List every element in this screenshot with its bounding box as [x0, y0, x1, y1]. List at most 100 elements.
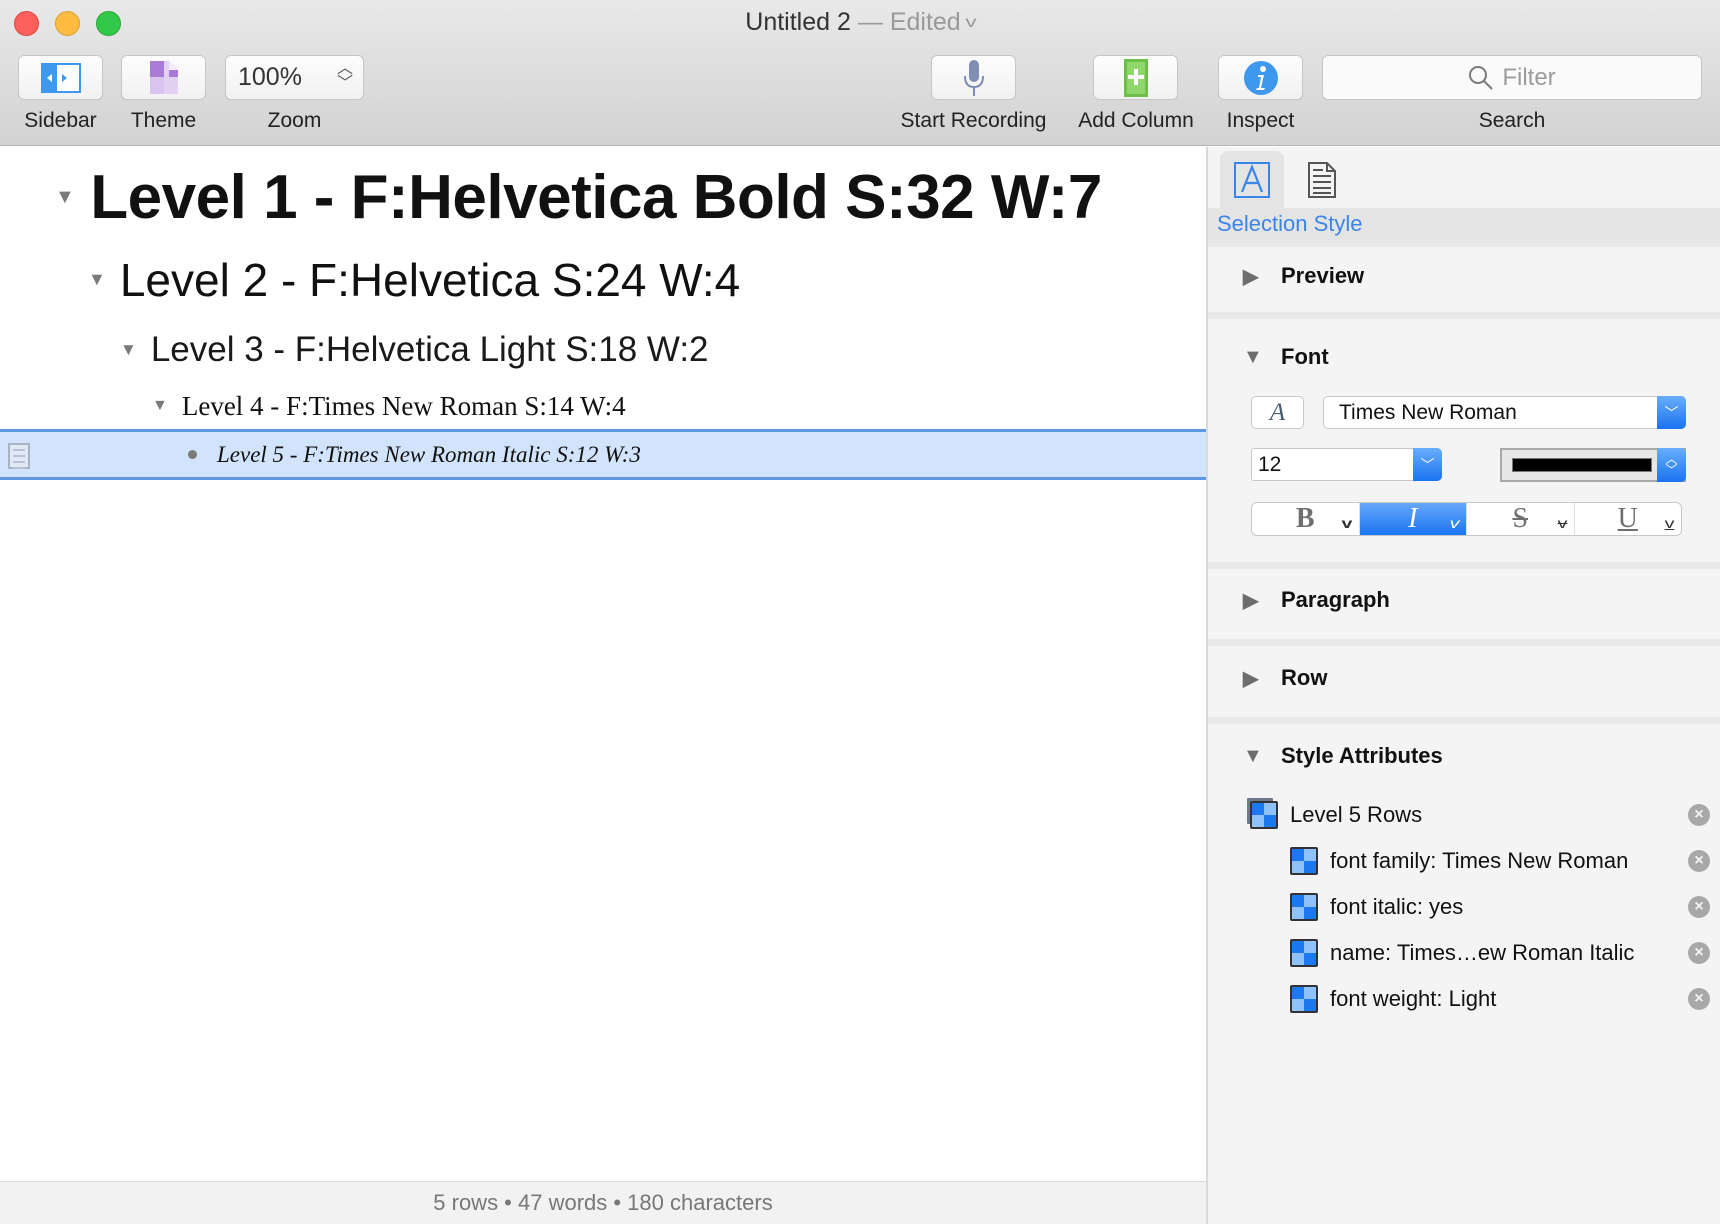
- section-divider: [1208, 312, 1720, 319]
- section-title: Row: [1281, 665, 1328, 690]
- outline-row[interactable]: ▼ Level 1 - F:Helvetica Bold S:32 W:7: [0, 162, 1206, 232]
- disclosure-triangle-expanded-icon[interactable]: ▼: [88, 269, 106, 290]
- outline-row[interactable]: ▼ Level 3 - F:Helvetica Light S:18 W:2: [0, 327, 1206, 372]
- start-recording-button[interactable]: [931, 55, 1016, 100]
- theme-button[interactable]: [121, 55, 206, 100]
- style-attribute-row[interactable]: font italic: yes ×: [1290, 893, 1720, 921]
- bold-button[interactable]: B v: [1252, 503, 1360, 535]
- disclosure-triangle-collapsed-icon[interactable]: ▶: [1243, 264, 1281, 289]
- row-text[interactable]: Level 1 - F:Helvetica Bold S:32 W:7: [90, 162, 1102, 233]
- bold-icon: B: [1295, 503, 1315, 534]
- start-recording-label: Start Recording: [900, 109, 1047, 132]
- search-label: Search: [1478, 109, 1546, 132]
- font-style-segmented-control[interactable]: B v I v S v U v: [1251, 502, 1682, 536]
- section-paragraph-header[interactable]: ▶ Paragraph: [1243, 587, 1390, 613]
- outline-row[interactable]: ▼ Level 4 - F:Times New Roman S:14 W:4: [0, 387, 1206, 425]
- up-down-arrows-icon[interactable]: ︿ ﹀: [337, 61, 353, 92]
- row-bullet-icon[interactable]: [188, 450, 197, 459]
- section-font-header[interactable]: ▼ Font: [1243, 344, 1329, 370]
- window-title[interactable]: Untitled 2 — Edited v: [0, 8, 1720, 37]
- style-attribute-text: font weight: Light: [1330, 986, 1497, 1011]
- search-field[interactable]: Filter: [1322, 55, 1702, 100]
- remove-icon[interactable]: ×: [1688, 988, 1710, 1010]
- sidebar-button[interactable]: [18, 55, 103, 100]
- edited-status: Edited: [889, 8, 961, 36]
- style-attribute-row[interactable]: font family: Times New Roman ×: [1290, 847, 1720, 875]
- disclosure-triangle-expanded-icon[interactable]: ▼: [1243, 745, 1281, 768]
- note-icon[interactable]: [8, 443, 30, 469]
- magnifier-icon: [1469, 65, 1494, 90]
- theme-document-icon: [149, 61, 178, 94]
- outline-row-selected[interactable]: Level 5 - F:Times New Roman Italic S:12 …: [0, 429, 1206, 480]
- remove-icon[interactable]: ×: [1688, 942, 1710, 964]
- remove-icon[interactable]: ×: [1688, 850, 1710, 872]
- section-divider: [1208, 240, 1720, 247]
- font-panel-button[interactable]: A: [1251, 396, 1304, 429]
- row-text[interactable]: Level 3 - F:Helvetica Light S:18 W:2: [151, 330, 709, 370]
- section-title: Style Attributes: [1281, 743, 1443, 768]
- disclosure-triangle-collapsed-icon[interactable]: ▶: [1243, 666, 1281, 691]
- outline-row[interactable]: ▼ Level 2 - F:Helvetica S:24 W:4: [0, 252, 1206, 307]
- style-attribute-text: name: Times…ew Roman Italic: [1330, 940, 1635, 965]
- strikethrough-icon: S: [1512, 503, 1529, 534]
- section-preview-header[interactable]: ▶ Preview: [1243, 263, 1364, 289]
- row-text[interactable]: Level 4 - F:Times New Roman S:14 W:4: [182, 391, 626, 422]
- outline-view[interactable]: ▼ Level 1 - F:Helvetica Bold S:32 W:7 ▼ …: [0, 147, 1206, 1181]
- info-icon: [1243, 60, 1278, 95]
- chevron-down-icon[interactable]: v: [1450, 515, 1460, 531]
- style-attribute-row[interactable]: name: Times…ew Roman Italic ×: [1290, 939, 1720, 967]
- italic-button[interactable]: I v: [1359, 503, 1467, 535]
- disclosure-triangle-expanded-icon[interactable]: ▼: [1243, 346, 1281, 369]
- section-divider: [1208, 562, 1720, 569]
- strikethrough-button[interactable]: S v: [1467, 503, 1575, 535]
- zoom-label: Zoom: [267, 109, 322, 132]
- tab-selection-style[interactable]: [1220, 151, 1284, 208]
- add-column-button[interactable]: [1093, 55, 1178, 100]
- chevron-down-icon[interactable]: v: [965, 14, 976, 32]
- style-attribute-row[interactable]: font weight: Light ×: [1290, 985, 1720, 1013]
- remove-icon[interactable]: ×: [1688, 804, 1710, 826]
- chevron-down-icon[interactable]: v: [1665, 515, 1675, 531]
- theme-button-label: Theme: [130, 109, 197, 132]
- font-size-combo[interactable]: 12 ﹀: [1251, 448, 1442, 481]
- style-group-row[interactable]: Level 5 Rows ×: [1250, 801, 1720, 829]
- style-group-name: Level 5 Rows: [1290, 802, 1423, 827]
- section-title: Font: [1281, 344, 1329, 369]
- text-style-icon: [1234, 161, 1270, 198]
- underline-icon: U: [1617, 503, 1638, 534]
- zoom-stepper[interactable]: 100% ︿ ﹀: [225, 55, 364, 100]
- inspect-button[interactable]: [1218, 55, 1303, 100]
- sidebar-toggle-icon: [40, 62, 81, 93]
- document-name: Untitled 2: [745, 8, 851, 36]
- font-size-value: 12: [1258, 452, 1282, 476]
- disclosure-triangle-expanded-icon[interactable]: ▼: [120, 340, 137, 360]
- disclosure-triangle-expanded-icon[interactable]: ▼: [55, 186, 75, 209]
- row-text[interactable]: Level 2 - F:Helvetica S:24 W:4: [120, 253, 740, 307]
- style-attribute-icon: [1290, 985, 1318, 1013]
- chevron-down-icon[interactable]: ﹀: [1413, 448, 1442, 481]
- style-attribute-text: font italic: yes: [1330, 894, 1464, 919]
- disclosure-triangle-expanded-icon[interactable]: ▼: [152, 397, 168, 415]
- search-placeholder: Filter: [1502, 63, 1556, 91]
- underline-button[interactable]: U v: [1575, 503, 1682, 535]
- section-divider: [1208, 639, 1720, 646]
- row-text[interactable]: Level 5 - F:Times New Roman Italic S:12 …: [217, 442, 641, 468]
- section-row-header[interactable]: ▶ Row: [1243, 665, 1327, 691]
- window-toolbar: Untitled 2 — Edited v Sidebar Theme 100% …: [0, 0, 1720, 146]
- text-color-well[interactable]: ︿ ﹀: [1500, 448, 1686, 482]
- section-title: Paragraph: [1281, 587, 1390, 612]
- font-family-popup[interactable]: Times New Roman ﹀: [1323, 396, 1686, 429]
- chevron-down-icon[interactable]: ﹀: [1657, 396, 1686, 429]
- up-down-arrows-icon[interactable]: ︿ ﹀: [1657, 448, 1686, 482]
- remove-icon[interactable]: ×: [1688, 896, 1710, 918]
- inspector-tab-title: Selection Style: [1217, 211, 1363, 236]
- chevron-down-icon[interactable]: v: [1557, 515, 1567, 531]
- chevron-down-icon[interactable]: v: [1341, 515, 1352, 531]
- tab-document[interactable]: [1290, 151, 1354, 208]
- section-style-attributes-header[interactable]: ▼ Style Attributes: [1243, 743, 1443, 769]
- disclosure-triangle-collapsed-icon[interactable]: ▶: [1243, 588, 1281, 613]
- inspector-panel: Selection Style ▶ Preview ▼ Font A Times…: [1206, 147, 1720, 1224]
- document-statistics: 5 rows • 47 words • 180 characters: [433, 1190, 773, 1215]
- add-column-icon: [1123, 58, 1148, 97]
- section-divider: [1208, 717, 1720, 724]
